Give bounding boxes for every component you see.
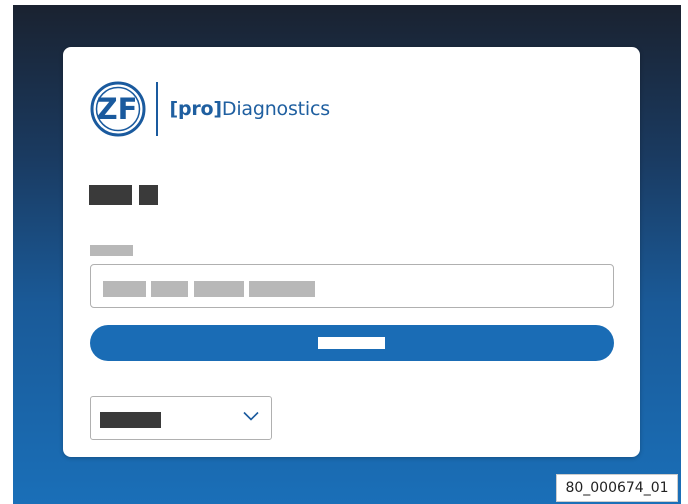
brand-bracket-open: [ bbox=[169, 98, 179, 120]
submit-button-label-redacted bbox=[318, 337, 385, 349]
page-heading-redacted-word-2 bbox=[139, 185, 158, 205]
zf-logo-text: ZF bbox=[97, 92, 138, 126]
login-card: ZF [pro]Diagnostics bbox=[63, 47, 640, 457]
logo-divider bbox=[156, 82, 158, 136]
brand-bracket-close: ] bbox=[213, 98, 222, 120]
image-id-label: 80_000674_01 bbox=[556, 474, 678, 502]
language-select[interactable] bbox=[90, 396, 272, 440]
placeholder-redacted-word-3 bbox=[194, 281, 244, 297]
zf-logo-icon: ZF bbox=[90, 81, 146, 137]
placeholder-redacted-word-1 bbox=[103, 281, 146, 297]
login-input-field[interactable] bbox=[90, 264, 614, 308]
brand-name: Diagnostics bbox=[221, 98, 330, 120]
brand-pro: pro bbox=[177, 98, 214, 120]
field-label-redacted bbox=[90, 245, 133, 256]
logo-row: ZF [pro]Diagnostics bbox=[90, 81, 330, 137]
placeholder-redacted-word-2 bbox=[151, 281, 188, 297]
page-heading-redacted-word-1 bbox=[89, 185, 132, 205]
placeholder-redacted-word-4 bbox=[249, 281, 315, 297]
chevron-down-icon bbox=[243, 411, 259, 421]
select-value-redacted bbox=[100, 412, 161, 428]
submit-button[interactable] bbox=[90, 325, 614, 361]
brand-wordmark: [pro]Diagnostics bbox=[169, 98, 331, 120]
